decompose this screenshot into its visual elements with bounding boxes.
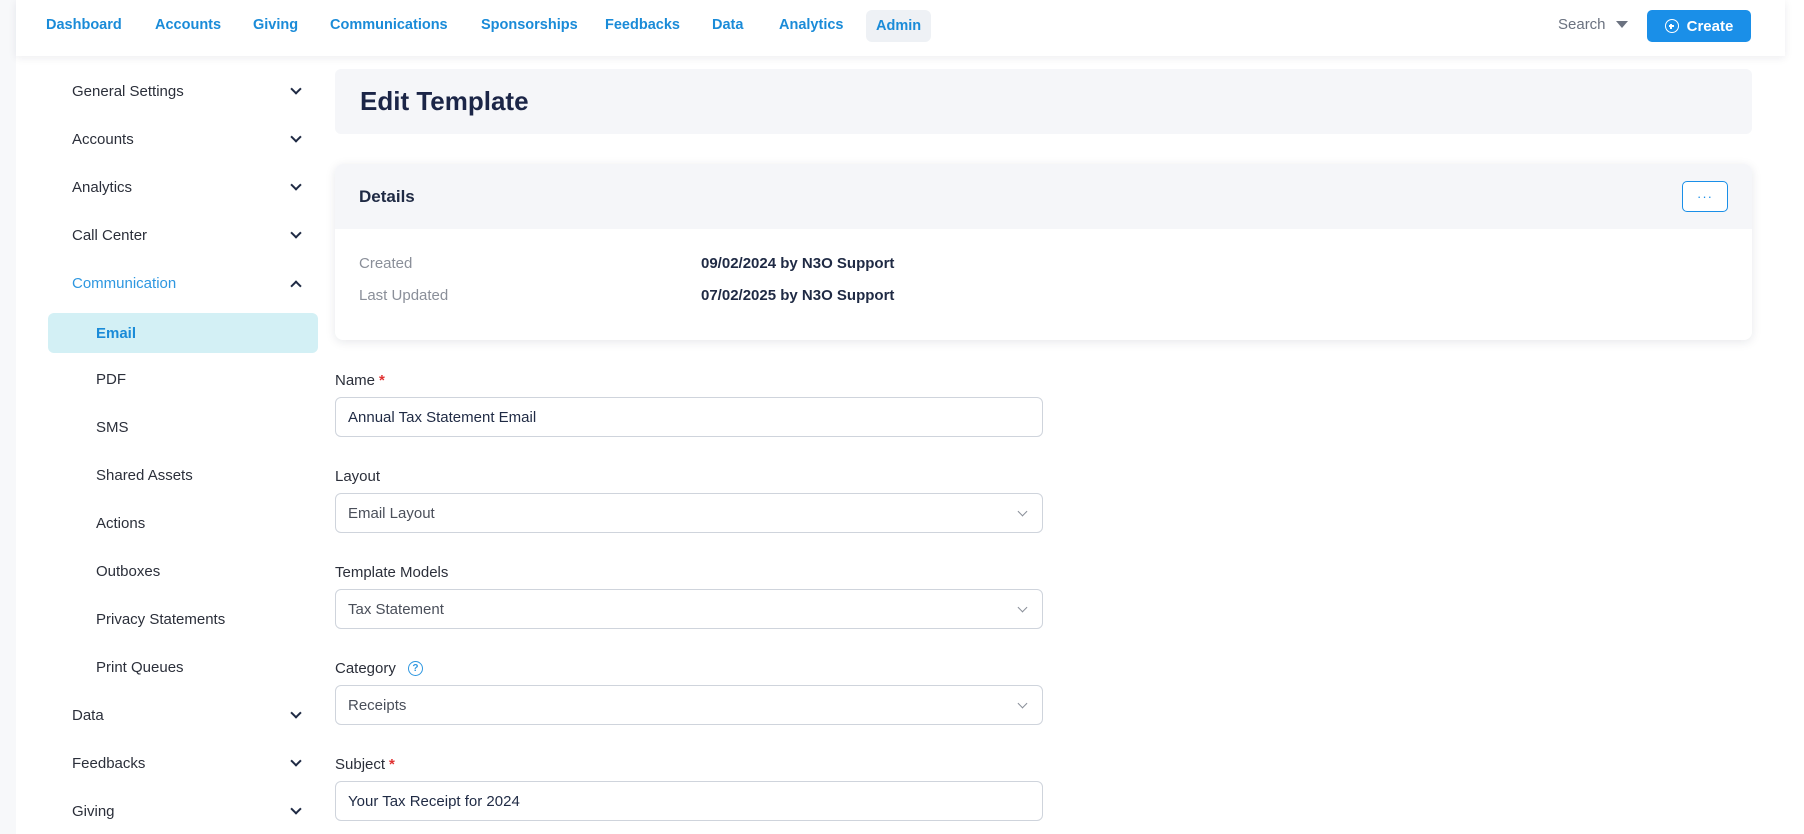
search-toggle[interactable]: Search: [1558, 16, 1628, 33]
sidebar-subitem-sms[interactable]: SMS: [96, 419, 129, 436]
sidebar-item-call-center[interactable]: Call Center: [72, 227, 302, 244]
template-models-label-text: Template Models: [335, 564, 449, 581]
nav-accounts[interactable]: Accounts: [155, 15, 221, 35]
template-models-select-value: Tax Statement: [348, 600, 444, 618]
chevron-down-icon: [290, 755, 302, 767]
required-mark: *: [389, 756, 395, 773]
name-input-value: Annual Tax Statement Email: [348, 408, 537, 426]
chevron-down-icon: [290, 179, 302, 191]
nav-communications[interactable]: Communications: [330, 15, 448, 35]
updated-label: Last Updated: [359, 287, 449, 304]
chevron-down-icon: [290, 803, 302, 815]
updated-value: 07/02/2025 by N3O Support: [701, 287, 895, 304]
sidebar-subitem-pdf[interactable]: PDF: [96, 371, 126, 388]
sidebar-item-label: Analytics: [72, 179, 133, 196]
template-models-select[interactable]: Tax Statement: [335, 589, 1043, 629]
sidebar-item-label: General Settings: [72, 83, 184, 100]
sidebar-item-communication[interactable]: Communication: [72, 275, 302, 292]
subject-label-text: Subject: [335, 756, 386, 773]
sidebar-item-label: Accounts: [72, 131, 134, 148]
name-label-text: Name: [335, 372, 376, 389]
search-label: Search: [1558, 16, 1606, 33]
sidebar-subitem-privacy-statements[interactable]: Privacy Statements: [96, 611, 225, 628]
caret-down-icon: [1615, 21, 1628, 28]
nav-giving[interactable]: Giving: [253, 15, 298, 35]
sidebar-item-label: Data: [72, 707, 104, 724]
sidebar-item-label: Communication: [72, 275, 177, 292]
details-card-header: Details ···: [335, 164, 1752, 229]
page-edge: [0, 0, 16, 834]
page-title: Edit Template: [360, 86, 529, 116]
layout-select[interactable]: Email Layout: [335, 493, 1043, 533]
chevron-down-icon: [290, 227, 302, 239]
sidebar-item-label: Giving: [72, 803, 115, 820]
sidebar-subitem-shared-assets[interactable]: Shared Assets: [96, 467, 193, 484]
nav-admin[interactable]: Admin: [866, 10, 932, 42]
template-models-label: Template Models: [335, 564, 448, 581]
help-icon[interactable]: ?: [407, 661, 423, 676]
more-options-button[interactable]: ···: [1682, 181, 1728, 212]
layout-select-value: Email Layout: [348, 504, 435, 522]
sidebar-item-label: Call Center: [72, 227, 148, 244]
chevron-down-icon: [290, 83, 302, 95]
chevron-up-icon: [290, 280, 302, 292]
sidebar-item-feedbacks[interactable]: Feedbacks: [72, 755, 302, 772]
updated-row: Last Updated 07/02/2025 by N3O Support: [359, 287, 894, 304]
top-navigation: Dashboard Accounts Giving Communications…: [16, 0, 1785, 56]
sidebar-subitem-print-queues[interactable]: Print Queues: [96, 659, 184, 676]
sidebar-item-giving[interactable]: Giving: [72, 803, 302, 820]
name-input[interactable]: Annual Tax Statement Email: [335, 397, 1043, 437]
create-button[interactable]: Create: [1647, 10, 1751, 42]
chevron-down-icon: [290, 707, 302, 719]
layout-label-text: Layout: [335, 468, 381, 485]
sidebar-item-analytics[interactable]: Analytics: [72, 179, 302, 196]
create-button-label: Create: [1686, 17, 1734, 35]
created-label: Created: [359, 255, 413, 272]
subject-label: Subject *: [335, 756, 395, 773]
layout-label: Layout: [335, 468, 380, 485]
details-title: Details: [359, 186, 415, 206]
category-select[interactable]: Receipts: [335, 685, 1043, 725]
created-row: Created 09/02/2024 by N3O Support: [359, 255, 894, 272]
sidebar-item-label: Feedbacks: [72, 755, 146, 772]
chevron-down-icon: [1017, 698, 1028, 708]
nav-data[interactable]: Data: [712, 15, 743, 35]
category-label-text: Category: [335, 660, 396, 677]
category-select-value: Receipts: [348, 696, 407, 714]
sidebar-subitem-email[interactable]: Email: [48, 313, 318, 353]
nav-feedbacks[interactable]: Feedbacks: [605, 15, 680, 35]
category-label: Category ?: [335, 660, 423, 677]
chevron-down-icon: [290, 131, 302, 143]
sidebar-item-general-settings[interactable]: General Settings: [72, 83, 302, 100]
nav-sponsorships[interactable]: Sponsorships: [481, 15, 578, 35]
required-mark: *: [379, 372, 385, 389]
page-header: Edit Template: [335, 69, 1752, 134]
nav-dashboard[interactable]: Dashboard: [46, 15, 122, 35]
sidebar-item-accounts[interactable]: Accounts: [72, 131, 302, 148]
plus-circle-icon: [1664, 19, 1679, 33]
sidebar-subitem-outboxes[interactable]: Outboxes: [96, 563, 160, 580]
details-card: Details ··· Created 09/02/2024 by N3O Su…: [335, 164, 1752, 340]
sidebar-item-data[interactable]: Data: [72, 707, 302, 724]
name-label: Name *: [335, 372, 385, 389]
sidebar-subitem-actions[interactable]: Actions: [96, 515, 145, 532]
nav-analytics[interactable]: Analytics: [779, 15, 843, 35]
chevron-down-icon: [1017, 506, 1028, 516]
subject-input[interactable]: Your Tax Receipt for 2024: [335, 781, 1043, 821]
subject-input-value: Your Tax Receipt for 2024: [348, 792, 520, 810]
created-value: 09/02/2024 by N3O Support: [701, 255, 895, 272]
chevron-down-icon: [1017, 602, 1028, 612]
